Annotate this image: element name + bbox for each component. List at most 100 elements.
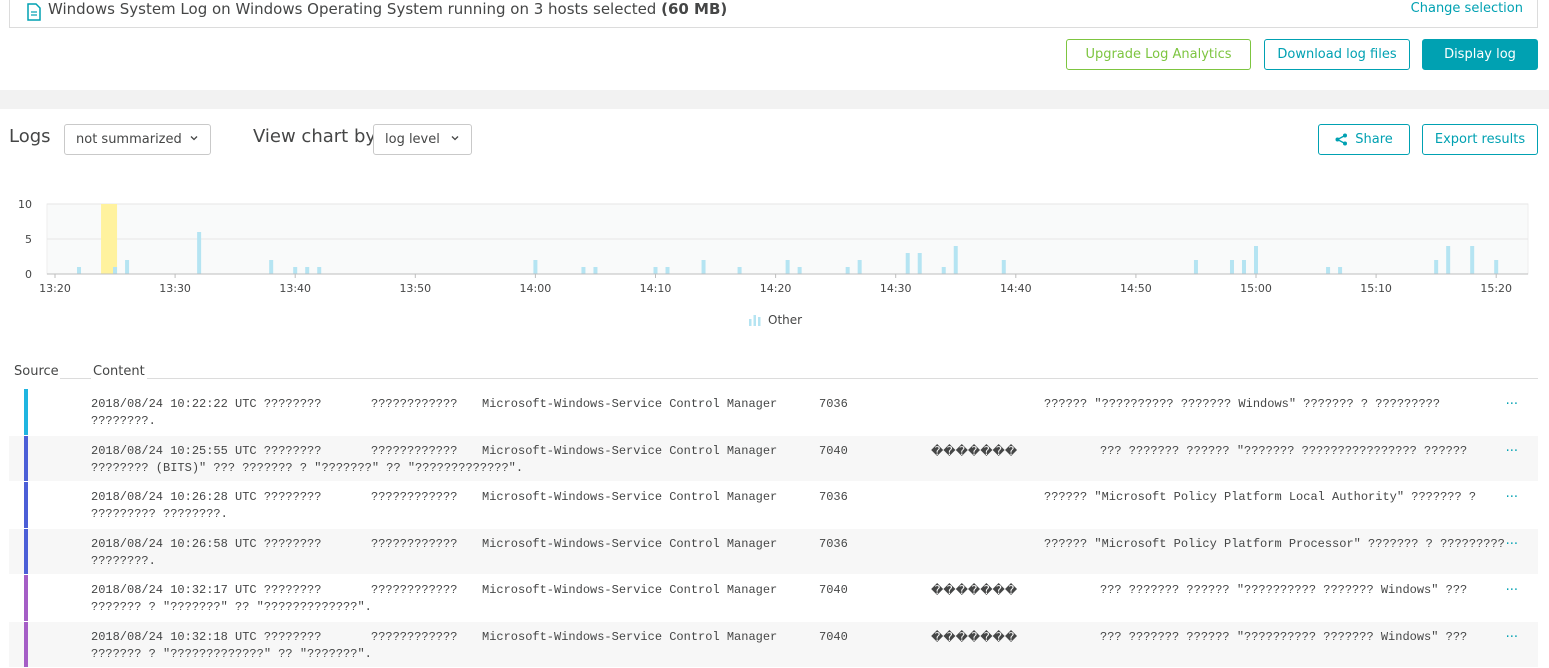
- log-selection-bar: Windows System Log on Windows Operating …: [9, 0, 1538, 28]
- table-row[interactable]: 2018/08/24 10:22:22 UTC ???????? ???????…: [9, 389, 1538, 436]
- log-category: �������: [931, 630, 1017, 645]
- row-more-icon[interactable]: ···: [1506, 630, 1518, 645]
- x-tick-label: 13:20: [39, 282, 71, 295]
- row-more-icon[interactable]: ···: [1506, 537, 1518, 552]
- source-color-bar: [24, 622, 28, 668]
- log-message-continued: ??????? ? "?????????????" ?? "???????".: [91, 647, 372, 661]
- log-source-field: Microsoft-Windows-Service Control Manage…: [482, 397, 777, 411]
- log-message-continued: ????????.: [91, 554, 156, 568]
- selection-size: (60 MB): [661, 0, 727, 18]
- share-label: Share: [1355, 132, 1393, 147]
- chart-bar: [1338, 267, 1342, 274]
- chart-bar: [113, 267, 117, 274]
- log-source-field: Microsoft-Windows-Service Control Manage…: [482, 630, 777, 644]
- download-log-files-button[interactable]: Download log files: [1264, 39, 1410, 70]
- log-level-field: ????????????: [371, 583, 457, 597]
- header-divider: [60, 378, 1538, 379]
- content-column-header[interactable]: Content: [91, 364, 147, 379]
- chart-bar: [1470, 246, 1474, 274]
- section-divider: [0, 90, 1549, 109]
- row-more-icon[interactable]: ···: [1506, 490, 1518, 505]
- chart-bar: [954, 246, 958, 274]
- chart-bar: [1434, 260, 1438, 274]
- legend-label-other: Other: [768, 313, 802, 327]
- log-source-field: Microsoft-Windows-Service Control Manage…: [482, 537, 777, 551]
- log-message-continued: ????????.: [91, 414, 156, 428]
- chevron-down-icon: [451, 134, 459, 142]
- upgrade-log-analytics-button[interactable]: Upgrade Log Analytics: [1066, 39, 1251, 70]
- chart-bar: [1326, 267, 1330, 274]
- x-tick-label: 15:10: [1360, 282, 1392, 295]
- summary-dropdown[interactable]: not summarized: [64, 124, 211, 155]
- selection-description: Windows System Log on Windows Operating …: [48, 0, 727, 18]
- source-color-bar: [24, 389, 28, 435]
- x-tick-label: 15:00: [1240, 282, 1272, 295]
- chart-bar: [798, 267, 802, 274]
- source-color-bar: [24, 529, 28, 575]
- export-results-button[interactable]: Export results: [1422, 124, 1538, 155]
- log-level-field: ????????????: [371, 630, 457, 644]
- logs-title: Logs: [9, 126, 51, 147]
- chart-bar: [197, 232, 201, 274]
- log-timestamp: 2018/08/24 10:26:58 UTC ????????: [91, 537, 321, 551]
- log-message: ??? ??????? ?????? "?????????? ??????? W…: [1100, 630, 1467, 644]
- x-tick-label: 15:20: [1480, 282, 1512, 295]
- display-log-button[interactable]: Display log: [1422, 39, 1538, 70]
- view-chart-by-label: View chart by: [253, 126, 376, 147]
- share-button[interactable]: Share: [1318, 124, 1410, 155]
- chart-bar: [702, 260, 706, 274]
- x-tick-label: 14:40: [1000, 282, 1032, 295]
- table-row[interactable]: 2018/08/24 10:25:55 UTC ???????? ???????…: [9, 436, 1538, 483]
- x-tick-label: 13:50: [399, 282, 431, 295]
- log-event-id: 7036: [819, 537, 848, 551]
- chart-bar: [1230, 260, 1234, 274]
- bar-chart-icon: [748, 314, 762, 326]
- change-selection-link[interactable]: Change selection: [1411, 1, 1523, 16]
- log-category: �������: [931, 583, 1017, 598]
- chart-bar: [125, 260, 129, 274]
- log-event-id: 7040: [819, 630, 848, 644]
- chart-bar: [906, 253, 910, 274]
- row-more-icon[interactable]: ···: [1506, 444, 1518, 459]
- table-row[interactable]: 2018/08/24 10:32:18 UTC ???????? ???????…: [9, 622, 1538, 668]
- source-color-bar: [24, 482, 28, 528]
- log-table-body: 2018/08/24 10:22:22 UTC ???????? ???????…: [9, 389, 1538, 668]
- table-row[interactable]: 2018/08/24 10:26:28 UTC ???????? ???????…: [9, 482, 1538, 529]
- chart-bar: [1254, 246, 1258, 274]
- share-icon: [1335, 133, 1348, 146]
- log-event-id: 7036: [819, 490, 848, 504]
- x-tick-label: 13:40: [279, 282, 311, 295]
- chart-bar: [293, 267, 297, 274]
- chart-bar: [77, 267, 81, 274]
- log-source-field: Microsoft-Windows-Service Control Manage…: [482, 583, 777, 597]
- log-timestamp: 2018/08/24 10:32:18 UTC ????????: [91, 630, 321, 644]
- row-more-icon[interactable]: ···: [1506, 397, 1518, 412]
- log-message-continued: ??????? ? "???????" ?? "?????????????".: [91, 600, 372, 614]
- log-message: ??? ??????? ?????? "??????? ????????????…: [1100, 444, 1467, 458]
- chart-bar: [593, 267, 597, 274]
- chart-bar: [533, 260, 537, 274]
- chart-bar: [942, 267, 946, 274]
- log-table-header: Source Content: [0, 362, 1549, 384]
- log-timestamp: 2018/08/24 10:32:17 UTC ????????: [91, 583, 321, 597]
- y-tick-label: 5: [25, 233, 32, 246]
- source-column-header[interactable]: Source: [14, 364, 59, 379]
- source-color-bar: [24, 436, 28, 482]
- table-row[interactable]: 2018/08/24 10:26:58 UTC ???????? ???????…: [9, 529, 1538, 576]
- log-timestamp: 2018/08/24 10:22:22 UTC ????????: [91, 397, 321, 411]
- chart-by-dropdown-value: log level: [385, 132, 440, 147]
- x-tick-label: 14:10: [640, 282, 672, 295]
- log-event-id: 7036: [819, 397, 848, 411]
- row-more-icon[interactable]: ···: [1506, 583, 1518, 598]
- log-source-field: Microsoft-Windows-Service Control Manage…: [482, 444, 777, 458]
- log-source-field: Microsoft-Windows-Service Control Manage…: [482, 490, 777, 504]
- chart-bar: [1002, 260, 1006, 274]
- chart-legend[interactable]: Other: [748, 313, 802, 327]
- chart-bar: [317, 267, 321, 274]
- table-row[interactable]: 2018/08/24 10:32:17 UTC ???????? ???????…: [9, 575, 1538, 622]
- x-tick-label: 14:50: [1120, 282, 1152, 295]
- chart-bar: [846, 267, 850, 274]
- chart-by-dropdown[interactable]: log level: [373, 124, 472, 155]
- chart-bar: [654, 267, 658, 274]
- x-tick-label: 14:30: [880, 282, 912, 295]
